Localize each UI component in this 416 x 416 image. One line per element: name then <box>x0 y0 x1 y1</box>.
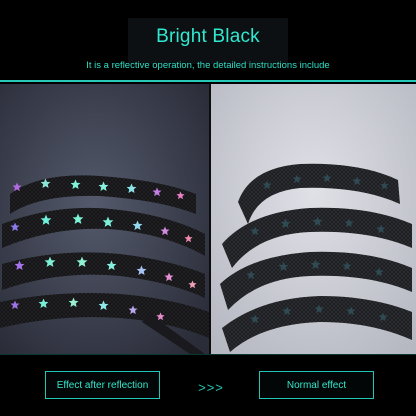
normal-effect-button: Normal effect <box>259 371 374 399</box>
normal-laces-photo <box>211 84 416 354</box>
comparison-photos <box>0 84 416 354</box>
page-subtitle: It is a reflective operation, the detail… <box>86 60 330 71</box>
divider-top <box>0 80 416 82</box>
page-title: Bright Black <box>156 26 260 47</box>
effect-after-reflection-button: Effect after reflection <box>45 371 160 399</box>
normal-effect-label: Normal effect <box>286 379 347 391</box>
reflective-laces-photo <box>0 84 209 354</box>
divider-bottom <box>0 354 416 355</box>
arrows-indicator: >>> <box>198 380 224 395</box>
effect-after-reflection-label: Effect after reflection <box>56 379 149 391</box>
